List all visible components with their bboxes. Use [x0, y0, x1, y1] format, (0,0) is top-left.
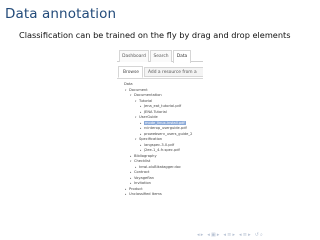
nav-sub-next-icon[interactable]: ▸ [233, 232, 237, 238]
tree-node-label: UserGuide [139, 115, 158, 119]
app-screenshot: Dashboard Search Data Browse Add a resou… [117, 48, 203, 231]
tree-node-label: langspec-3.0.pdf [144, 142, 175, 147]
tree-node-label: JENA Tutorial [144, 109, 167, 114]
tab-browse[interactable]: Browse [118, 66, 143, 78]
tree-node-label: Jena_eat_tutorial.pdf [144, 104, 182, 108]
slide-subtitle: Classification can be trained on the fly… [19, 30, 291, 40]
tree-node-label: Bibliography [134, 153, 157, 158]
tab-search[interactable]: Search [150, 50, 172, 62]
tree-node-label: Product [129, 186, 143, 191]
tree-node-label: Specification [139, 137, 163, 141]
sub-tab-bar: Browse Add a resource from a [117, 66, 203, 78]
tree-node-label: Invitation [134, 181, 151, 185]
tree-node[interactable]: ▸ Unclassified Items [117, 192, 203, 198]
presentation-nav-bar[interactable]: ◂▸ ◂▣▸ ◂≡▸ ◂≡▸ ↺⌕ [197, 232, 264, 238]
tree-node-label: Tutorial [139, 98, 153, 103]
tree-node-label: mode_linux-install.pdf [144, 120, 186, 125]
tab-data[interactable]: Data [173, 50, 191, 63]
tree-node-label: j2ee-1_4-fr-spec.pdf [144, 148, 180, 152]
tree-node-label: Checklist [134, 159, 151, 163]
tree-node-label: Documentation [134, 93, 162, 97]
tree-node-label: Contract [134, 170, 150, 174]
tab-add-resource[interactable]: Add a resource from a [144, 67, 203, 77]
nav-section-next-icon[interactable]: ▸ [217, 232, 221, 238]
slide-title: Data annotation [5, 6, 117, 22]
tree-node-label: knwl-oluBikatagger.doc [139, 164, 181, 169]
tree-node-label: Data [124, 82, 133, 86]
tree-node-label: Voyageflan [134, 175, 154, 180]
nav-frame-next-icon[interactable]: ▸ [248, 232, 252, 238]
top-tab-bar: Dashboard Search Data [117, 48, 203, 63]
tree-node-label: Document [129, 87, 148, 92]
tree-node-label: prowebserv_users_guide_2 [144, 131, 193, 136]
tree-node-label: Unclassified Items [129, 192, 162, 196]
tree-node-label: rcinterop_userguide.pdf [144, 126, 187, 130]
resource-tree: Data ▾ Document ▾ Documentation ▾ Tutorial ▸ Jen… [117, 82, 203, 198]
tab-dashboard[interactable]: Dashboard [119, 50, 149, 62]
tab-divider [117, 78, 203, 79]
nav-prev-icon[interactable]: ▸ [201, 232, 205, 238]
nav-search-icon[interactable]: ⌕ [260, 232, 264, 238]
